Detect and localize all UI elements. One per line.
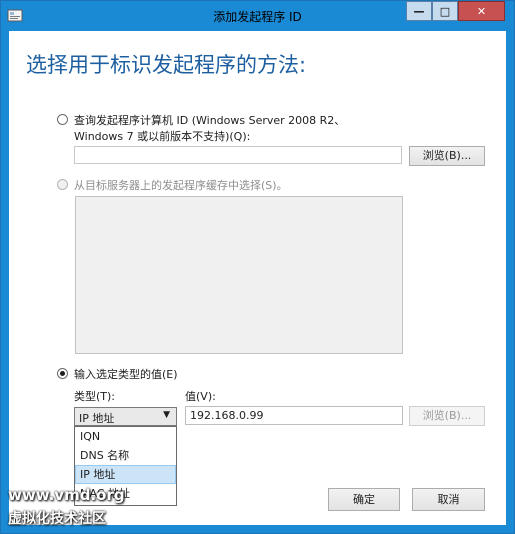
radio-select-from-cache[interactable]	[57, 179, 68, 190]
radio-enter-value[interactable]	[57, 368, 68, 379]
value-browse-button[interactable]: 浏览(B)...	[409, 406, 485, 426]
ok-button[interactable]: 确定	[328, 488, 400, 511]
maximize-button[interactable]: □	[432, 1, 458, 21]
type-option-dns[interactable]: DNS 名称	[75, 446, 176, 465]
minimize-icon: —	[413, 4, 425, 18]
minimize-button[interactable]: —	[406, 1, 432, 21]
dialog-content: 选择用于标识发起程序的方法: 查询发起程序计算机 ID (Windows Ser…	[9, 31, 506, 525]
enter-value-option-label: 输入选定类型的值(E)	[74, 368, 178, 381]
cache-option-label: 从目标服务器上的发起程序缓存中选择(S)。	[74, 179, 288, 192]
close-button[interactable]: ✕	[458, 1, 505, 21]
query-browse-button[interactable]: 浏览(B)...	[409, 146, 485, 166]
title-bar[interactable]: 添加发起程序 ID — □ ✕	[1, 1, 514, 31]
initiator-cache-list[interactable]	[75, 196, 403, 354]
type-option-iqn[interactable]: IQN	[75, 427, 176, 446]
radio-selected-dot	[60, 371, 65, 376]
value-label: 值(V):	[185, 390, 216, 403]
cancel-button[interactable]: 取消	[412, 488, 485, 511]
maximize-icon: □	[439, 4, 451, 18]
page-title: 选择用于标识发起程序的方法:	[26, 53, 307, 77]
query-option-label-line2: Windows 7 或以前版本不支持)(Q):	[74, 130, 251, 143]
chevron-down-icon: ▼	[163, 410, 170, 420]
value-input[interactable]: 192.168.0.99	[185, 406, 403, 425]
watermark-site-name: 虚拟化技术社区	[8, 511, 106, 527]
close-icon: ✕	[476, 4, 487, 18]
query-id-input[interactable]	[74, 146, 402, 164]
type-option-ip[interactable]: IP 地址	[75, 465, 176, 484]
watermark-url: www.vmd.org	[8, 486, 125, 504]
type-label: 类型(T):	[74, 390, 116, 403]
radio-query-computer-id[interactable]	[57, 114, 68, 125]
type-select-value: IP 地址	[79, 412, 115, 425]
dialog-window: 添加发起程序 ID — □ ✕ 选择用于标识发起程序的方法: 查询发起程序计算机…	[0, 0, 515, 534]
type-select[interactable]: IP 地址 ▼	[74, 407, 177, 426]
query-option-label-line1: 查询发起程序计算机 ID (Windows Server 2008 R2、	[74, 114, 346, 127]
